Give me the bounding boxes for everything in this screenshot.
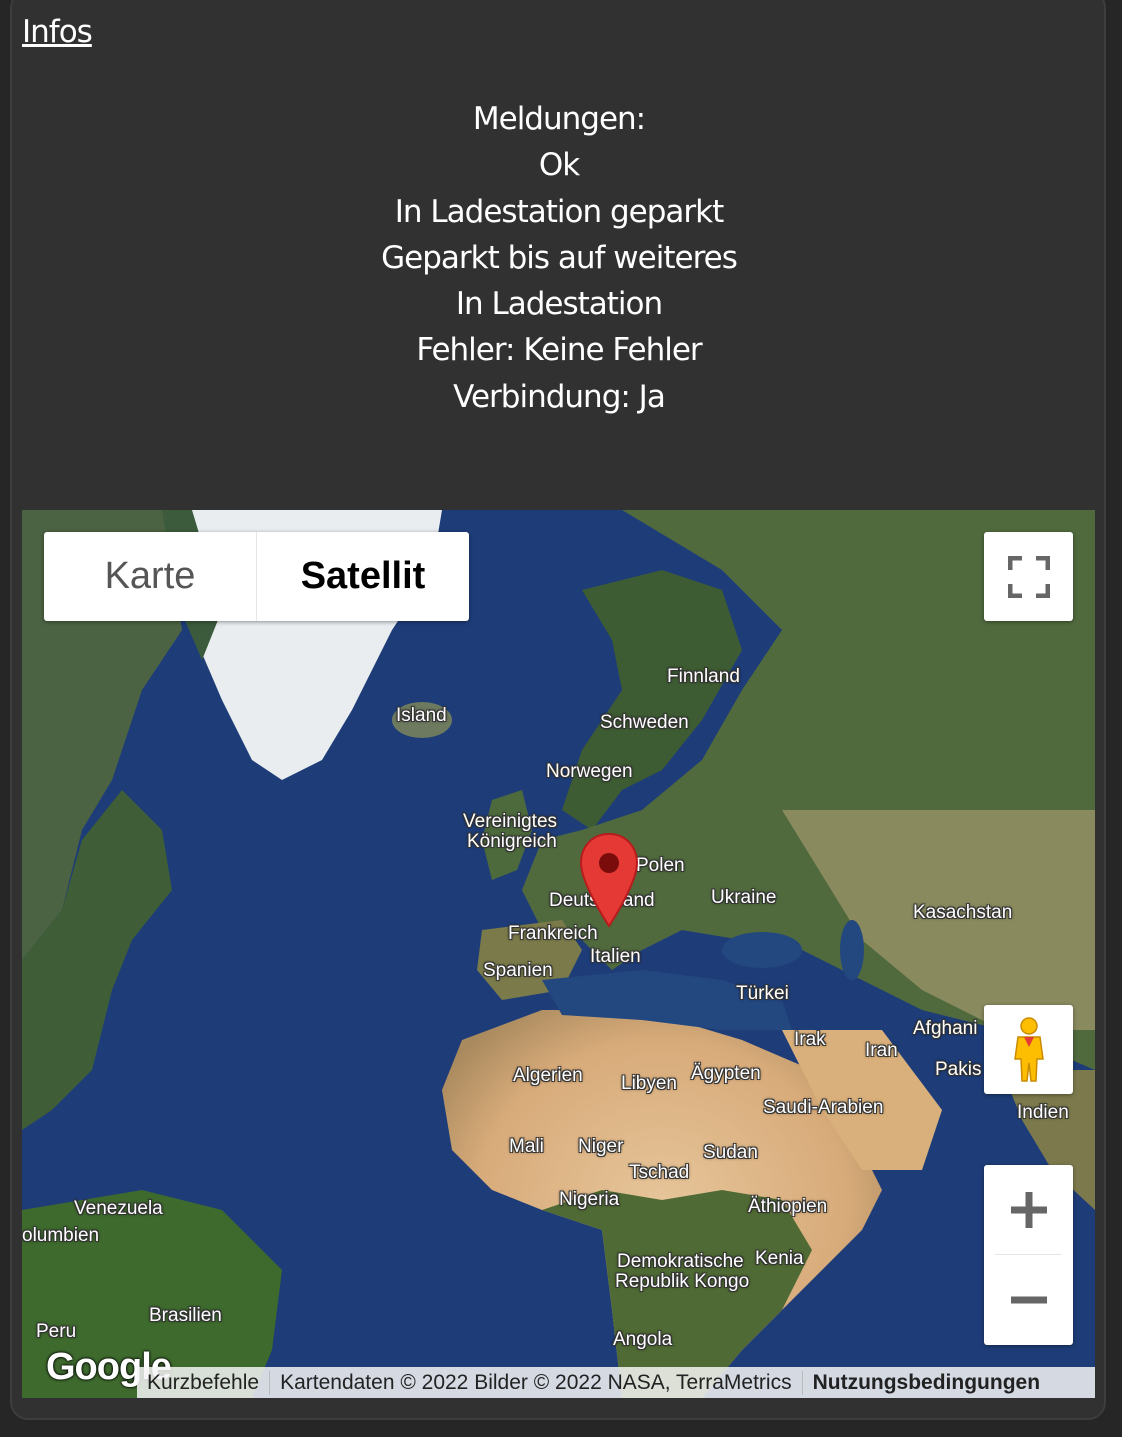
message-line: In Ladestation (455, 286, 663, 323)
zoom-in-button[interactable] (984, 1165, 1073, 1254)
infos-title-link[interactable]: Infos (22, 14, 93, 50)
map-label: Tschad (629, 1162, 690, 1183)
map-label: Angola (613, 1329, 673, 1350)
map-label: Republik Kongo (615, 1271, 750, 1292)
map-label: Finnland (667, 666, 740, 687)
map-label: Schweden (600, 712, 689, 733)
map-label: Island (396, 705, 447, 726)
zoom-control (984, 1165, 1073, 1345)
map-label: Indien (1017, 1102, 1069, 1123)
map-label: Polen (636, 855, 685, 876)
map-label: Saudi-Arabien (763, 1097, 884, 1118)
fullscreen-icon (1007, 555, 1050, 598)
map-label: Peru (36, 1321, 77, 1342)
map-label: Demokratische (617, 1251, 744, 1272)
map-label: Vereinigtes (463, 811, 558, 832)
map-label: Äthiopien (748, 1196, 828, 1217)
map-label: Pakis (935, 1059, 982, 1080)
map-label: Norwegen (546, 761, 633, 782)
fullscreen-button[interactable] (984, 532, 1073, 621)
message-line: Ok (538, 147, 580, 184)
street-view-button[interactable] (984, 1005, 1073, 1094)
map-label: Ukraine (711, 887, 777, 908)
zoom-out-button[interactable] (984, 1255, 1073, 1344)
plus-icon (1010, 1191, 1047, 1228)
street-view-pegman-icon (1013, 1016, 1044, 1082)
map-marker-icon[interactable] (578, 832, 640, 928)
map-label: Königreich (467, 831, 557, 852)
map-label: Ägypten (691, 1063, 761, 1084)
map-type-karte-button[interactable]: Karte (44, 532, 257, 621)
terms-link[interactable]: Nutzungsbedingungen (803, 1371, 1050, 1395)
map-label: olumbien (22, 1225, 100, 1246)
message-line: Meldungen: (472, 101, 646, 137)
map-label: Kenia (755, 1248, 804, 1269)
message-line: In Ladestation geparkt (394, 193, 724, 230)
map-attribution: Kurzbefehle Kartendaten © 2022 Bilder © … (137, 1367, 1095, 1398)
map-label: Nigeria (559, 1189, 620, 1210)
map-label: Mali (509, 1136, 544, 1157)
map-label: Iran (865, 1040, 898, 1061)
map-label: Afghani (913, 1018, 978, 1039)
minus-icon (1010, 1296, 1047, 1303)
message-line: Geparkt bis auf weiteres (381, 239, 738, 276)
map-label: Niger (578, 1136, 624, 1157)
map-label: Spanien (483, 960, 553, 981)
map-label: Libyen (621, 1073, 677, 1094)
map-label: Kasachstan (913, 902, 1013, 923)
status-messages: Meldungen: Ok In Ladestation geparkt Gep… (0, 96, 1118, 420)
map-view[interactable]: Finnland Island Schweden Norwegen Verein… (22, 510, 1095, 1398)
map-label: Brasilien (149, 1305, 222, 1326)
map-label: Irak (794, 1029, 826, 1050)
message-line: Fehler: Keine Fehler (416, 332, 702, 369)
map-type-control: Karte Satellit (44, 532, 469, 621)
map-label: Venezuela (74, 1198, 163, 1219)
map-label: Sudan (703, 1142, 758, 1163)
message-line: Verbindung: Ja (453, 378, 666, 415)
map-label: Italien (590, 946, 641, 967)
map-data-attribution: Kartendaten © 2022 Bilder © 2022 NASA, T… (270, 1370, 803, 1395)
map-label: Türkei (736, 983, 789, 1004)
map-type-satellit-button[interactable]: Satellit (257, 532, 469, 621)
map-label: Algerien (513, 1065, 583, 1086)
satellite-imagery (22, 510, 1095, 1398)
shortcuts-link[interactable]: Kurzbefehle (137, 1370, 271, 1395)
